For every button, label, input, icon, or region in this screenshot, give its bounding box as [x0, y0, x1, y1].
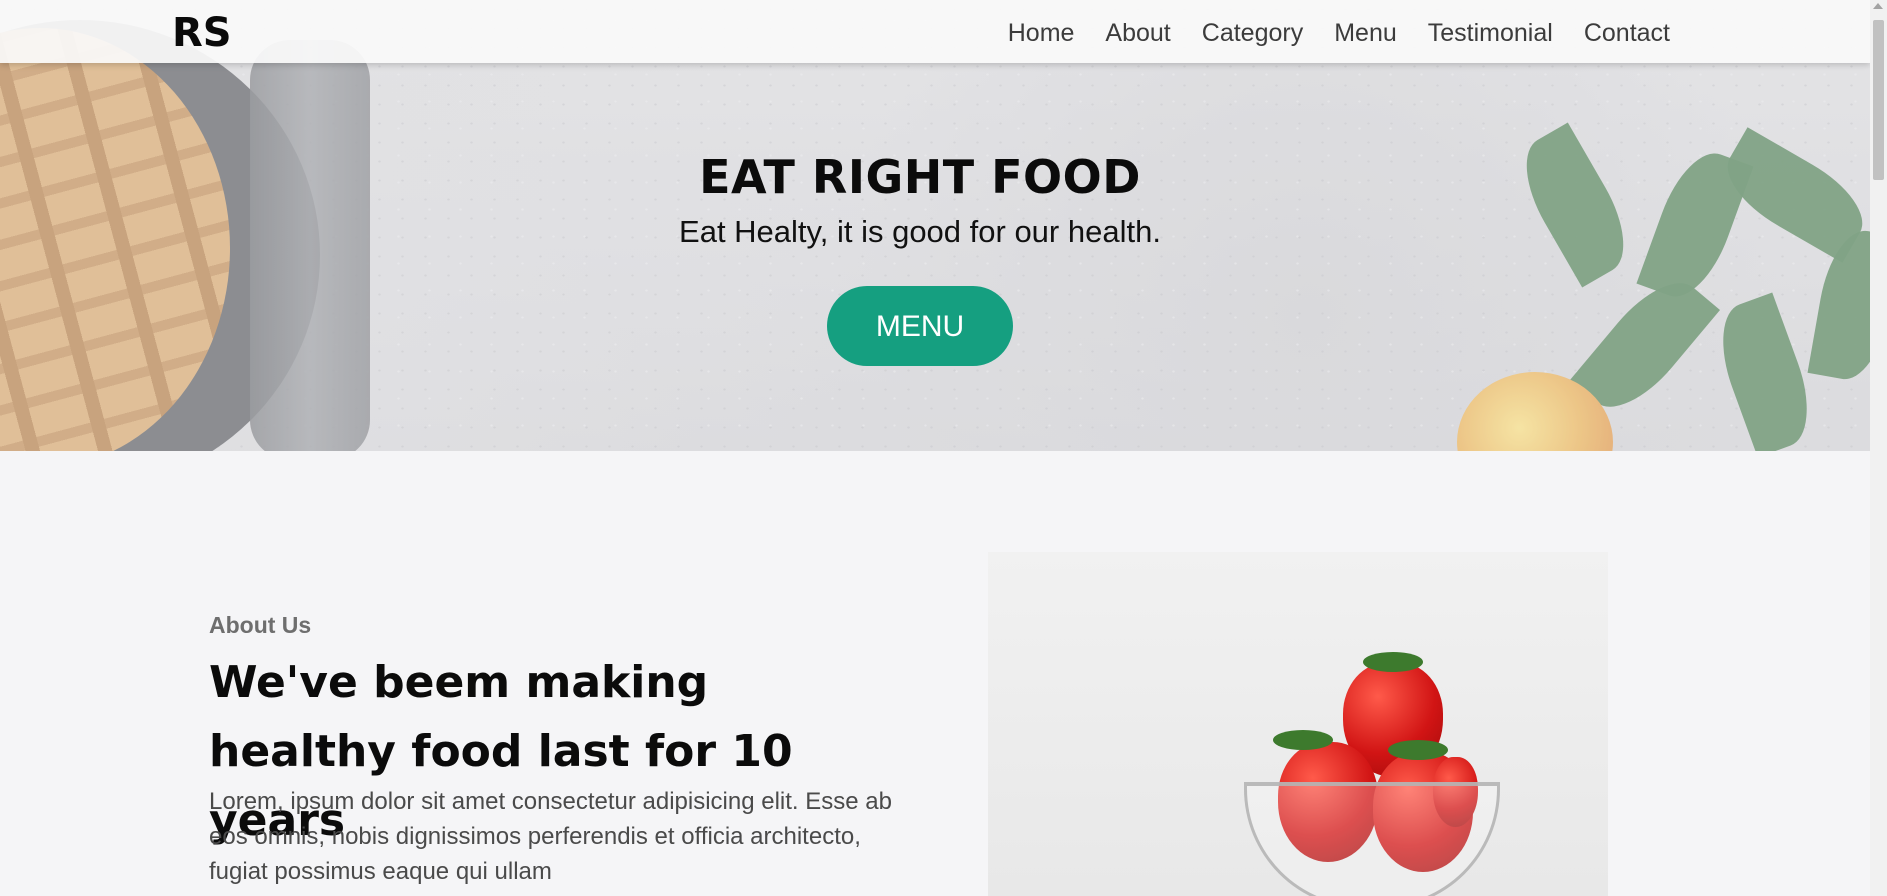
- navbar: RS Home About Category Menu Testimonial …: [0, 0, 1870, 63]
- scrollbar-thumb[interactable]: [1873, 20, 1884, 180]
- hero-title: EAT RIGHT FOOD: [699, 150, 1141, 204]
- nav-link-category[interactable]: Category: [1202, 19, 1303, 48]
- main-nav: Home About Category Menu Testimonial Con…: [1008, 19, 1670, 48]
- hero-content: EAT RIGHT FOOD Eat Healty, it is good fo…: [620, 150, 1220, 366]
- strawberry-leaves-image: [1388, 740, 1448, 760]
- nav-link-home[interactable]: Home: [1008, 19, 1075, 48]
- logo[interactable]: RS: [172, 10, 232, 56]
- strawberry-leaves-image: [1273, 730, 1333, 750]
- hero-section: EAT RIGHT FOOD Eat Healty, it is good fo…: [0, 0, 1870, 451]
- strawberries-image: [988, 552, 1608, 896]
- nav-link-testimonial[interactable]: Testimonial: [1428, 19, 1553, 48]
- nav-link-menu[interactable]: Menu: [1334, 19, 1397, 48]
- strawberry-leaves-image: [1363, 652, 1423, 672]
- glass-bowl-image: [1244, 782, 1500, 896]
- hero-subtitle: Eat Healty, it is good for our health.: [679, 214, 1161, 249]
- about-kicker: About Us: [209, 612, 312, 638]
- nav-link-about[interactable]: About: [1105, 19, 1170, 48]
- scroll-up-arrow-icon[interactable]: [1873, 3, 1883, 9]
- menu-button[interactable]: MENU: [827, 286, 1013, 366]
- nav-link-contact[interactable]: Contact: [1584, 19, 1670, 48]
- about-body: Lorem, ipsum dolor sit amet consectetur …: [209, 788, 892, 885]
- page-scrollbar[interactable]: [1870, 0, 1887, 896]
